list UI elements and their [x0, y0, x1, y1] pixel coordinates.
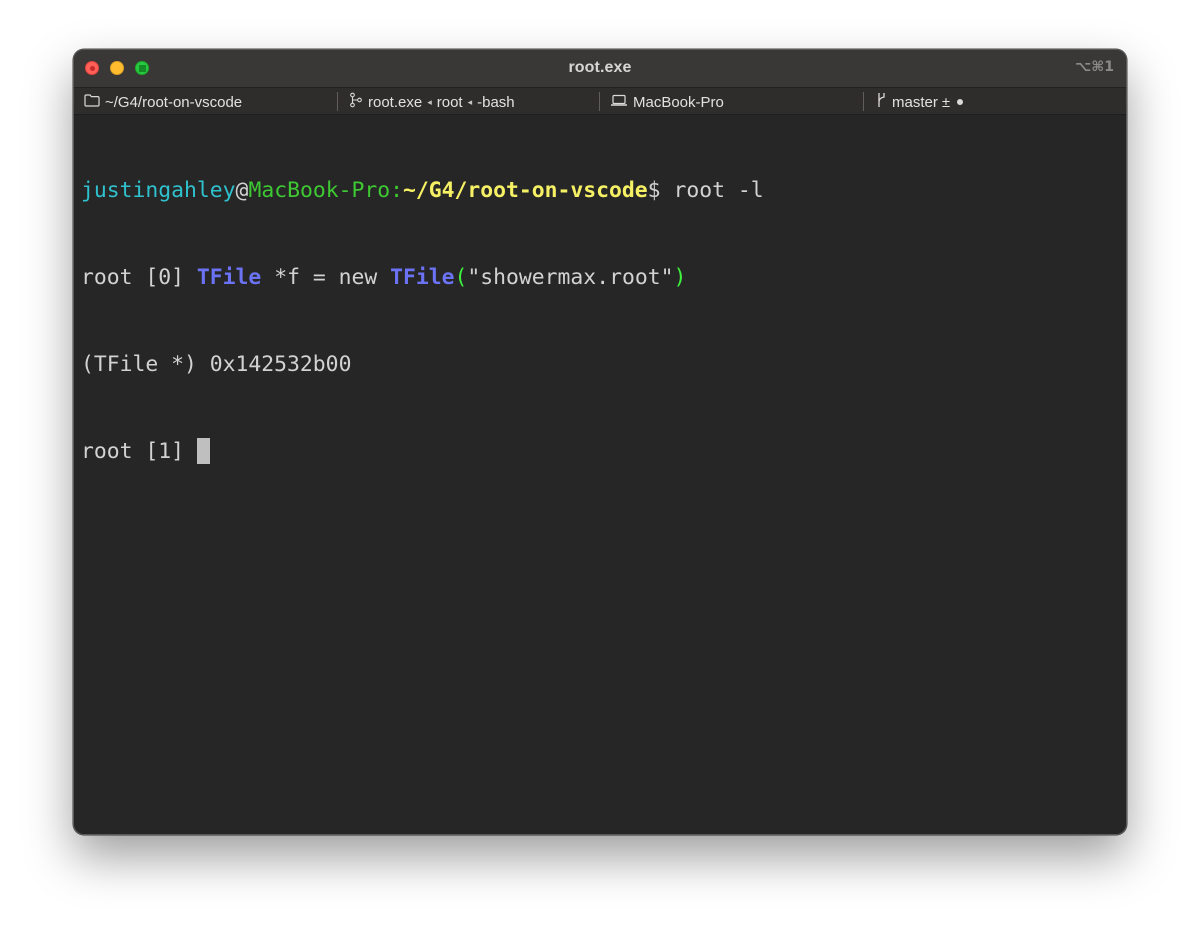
job-part-3: -bash	[477, 93, 515, 111]
process-icon	[349, 92, 363, 112]
root-prompt: root [1]	[81, 439, 197, 464]
code-middle: *f = new	[261, 265, 391, 290]
laptop-icon	[610, 94, 628, 111]
prompt-user: justingahley	[81, 178, 236, 203]
type-keyword: TFile	[390, 265, 455, 290]
git-status-symbol: ±	[941, 93, 951, 111]
prompt-line: justingahley@MacBook-Pro:~/G4/root-on-vs…	[81, 176, 1119, 205]
status-divider	[599, 92, 600, 111]
dirty-indicator-icon	[957, 99, 964, 105]
status-directory[interactable]: ~/G4/root-on-vscode	[84, 93, 242, 111]
job-part-2: root	[436, 93, 463, 111]
job-part-1: root.exe	[368, 93, 423, 111]
directory-label: ~/G4/root-on-vscode	[105, 93, 243, 111]
git-branch-icon	[876, 92, 887, 112]
prompt-path: ~/G4/root-on-vscode	[402, 178, 648, 203]
status-host[interactable]: MacBook-Pro	[610, 93, 724, 111]
status-bar: ~/G4/root-on-vscode root.exe ◂ root ◂ -b…	[74, 87, 1126, 115]
status-divider	[863, 92, 864, 111]
prompt-host: MacBook-Pro:	[248, 178, 403, 203]
status-job[interactable]: root.exe ◂ root ◂ -bash	[349, 92, 515, 112]
terminal-output[interactable]: justingahley@MacBook-Pro:~/G4/root-on-vs…	[81, 118, 1119, 834]
output-line: (TFile *) 0x142532b00	[81, 352, 352, 377]
root-input-line: root [0] TFile *f = new TFile("showermax…	[81, 263, 1119, 292]
prompt-at: @	[235, 178, 249, 203]
job-separator: ◂	[467, 96, 473, 107]
git-branch-label: master	[892, 93, 938, 111]
prompt-command: root -l	[660, 178, 764, 203]
title-bar: root.exe ⌥⌘1	[74, 50, 1126, 87]
folder-icon	[84, 93, 100, 111]
window-title: root.exe	[568, 59, 632, 76]
string-literal: "showermax.root"	[467, 265, 674, 290]
paren-open: (	[454, 265, 468, 290]
job-separator: ◂	[427, 96, 432, 107]
terminal-window: root.exe ⌥⌘1 ~/G4/root-on-vscode root.ex…	[73, 49, 1127, 835]
status-divider	[337, 92, 338, 111]
status-git[interactable]: master ±	[876, 92, 964, 112]
prompt-symbol: $	[647, 178, 661, 203]
paren-close: )	[673, 265, 687, 290]
root-prompt: root [0]	[81, 265, 197, 290]
window-shortcut: ⌥⌘1	[1075, 59, 1114, 75]
text-cursor	[196, 438, 210, 464]
host-label: MacBook-Pro	[633, 93, 724, 111]
root-prompt-line: root [1]	[81, 437, 1119, 466]
type-keyword: TFile	[196, 265, 262, 290]
